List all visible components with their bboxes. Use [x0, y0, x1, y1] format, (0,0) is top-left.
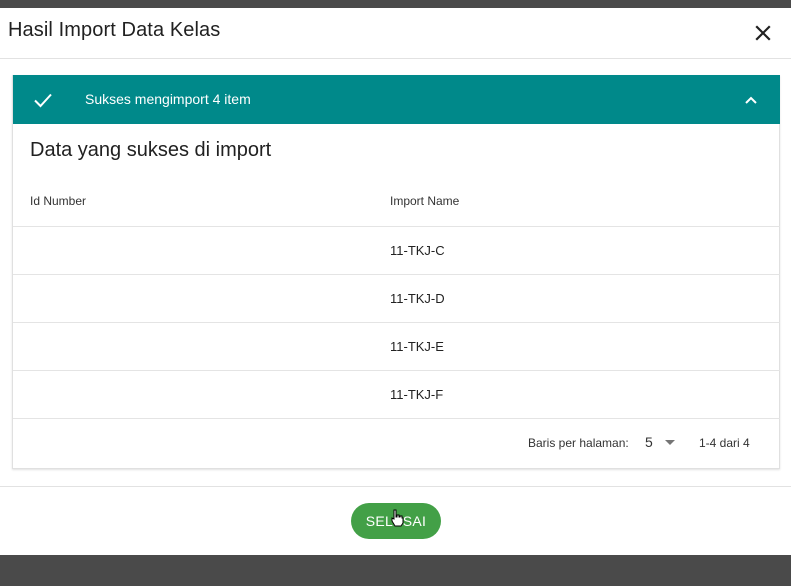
- section-title: Data yang sukses di import: [30, 139, 272, 161]
- success-panel-header[interactable]: Sukses mengimport 4 item: [13, 75, 780, 124]
- close-button[interactable]: [750, 20, 776, 46]
- cell-id-number: [13, 274, 390, 323]
- cell-id-number: [13, 322, 390, 371]
- success-message: Sukses mengimport 4 item: [85, 91, 251, 107]
- close-icon: [755, 25, 771, 41]
- rows-per-page-label: Baris per halaman:: [528, 436, 629, 450]
- table-row: 11-TKJ-F: [13, 370, 780, 419]
- column-header-id-number[interactable]: Id Number: [13, 176, 390, 227]
- cell-import-name: 11-TKJ-E: [390, 322, 780, 371]
- chevron-up-icon[interactable]: [743, 92, 759, 108]
- cell-import-name: 11-TKJ-F: [390, 370, 780, 419]
- footer-divider: [0, 486, 791, 487]
- backdrop-top: [0, 0, 791, 8]
- import-result-dialog: Hasil Import Data Kelas Sukses mengimpor…: [0, 8, 791, 555]
- table-pagination: Baris per halaman: 5 1-4 dari 4: [13, 419, 780, 468]
- dialog-title: Hasil Import Data Kelas: [8, 19, 221, 41]
- table-row: 11-TKJ-E: [13, 322, 780, 371]
- table-row: 11-TKJ-D: [13, 274, 780, 323]
- cell-import-name: 11-TKJ-C: [390, 226, 780, 275]
- import-table: Id Number Import Name 11-TKJ-C 11-TKJ-D …: [13, 176, 780, 419]
- caret-down-icon[interactable]: [665, 440, 675, 445]
- cell-import-name: 11-TKJ-D: [390, 274, 780, 323]
- table-row: 11-TKJ-C: [13, 226, 780, 275]
- dialog-header: Hasil Import Data Kelas: [0, 8, 791, 59]
- done-button[interactable]: SELESAI: [351, 503, 441, 539]
- table-header-row: Id Number Import Name: [13, 176, 780, 227]
- rows-per-page-select[interactable]: 5: [645, 434, 653, 450]
- cell-id-number: [13, 370, 390, 419]
- check-icon: [34, 93, 52, 108]
- cell-id-number: [13, 226, 390, 275]
- pagination-range: 1-4 dari 4: [699, 436, 750, 450]
- column-header-import-name[interactable]: Import Name: [390, 176, 780, 227]
- success-panel: Sukses mengimport 4 item Data yang sukse…: [12, 75, 780, 469]
